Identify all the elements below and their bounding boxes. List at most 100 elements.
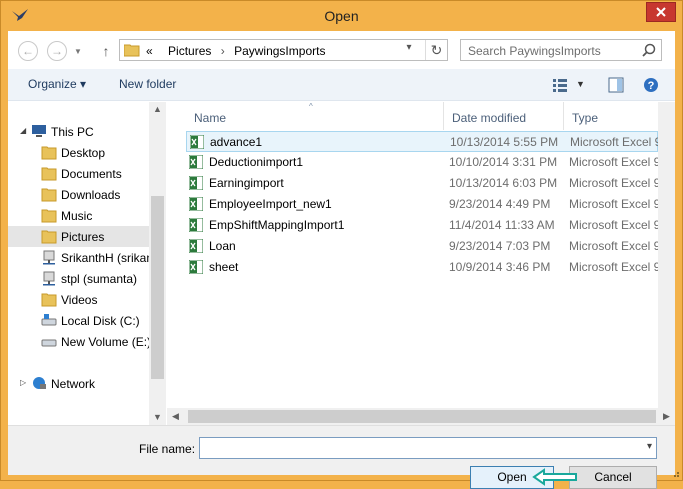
file-type: Microsoft Excel 97... (569, 197, 659, 211)
folder-icon (41, 167, 57, 181)
back-button[interactable]: ← (18, 41, 38, 61)
folder-icon (41, 230, 57, 244)
close-button[interactable] (646, 2, 676, 22)
file-date: 10/10/2014 3:31 PM (449, 155, 558, 169)
file-list-horizontal-scrollbar[interactable]: ◀ ▶ (167, 408, 675, 425)
browser-body: ◢ This PC Desktop Documents Downloads Mu… (8, 102, 675, 425)
help-icon[interactable]: ? (642, 76, 660, 94)
nav-item-pictures[interactable]: Pictures (8, 226, 149, 247)
excel-file-icon (189, 239, 203, 253)
nav-item-label: Network (51, 377, 96, 391)
organize-button[interactable]: Organize ▾ (28, 77, 86, 91)
nav-item-local-disk[interactable]: Local Disk (C:) (8, 310, 149, 331)
expand-icon[interactable]: ◢ (20, 126, 26, 135)
file-name: EmpShiftMappingImport1 (209, 218, 345, 232)
view-dropdown-icon[interactable]: ▼ (576, 79, 585, 89)
nav-item-this-pc[interactable]: ◢ This PC (8, 121, 149, 142)
excel-file-icon (189, 218, 203, 232)
search-box[interactable]: Search PaywingsImports (460, 39, 662, 61)
forward-button[interactable]: → (47, 41, 67, 61)
arrow-up-icon: ↑ (102, 43, 110, 59)
column-header-name[interactable]: Name ^ (186, 102, 446, 130)
navigation-scrollbar[interactable]: ▲ ▼ (149, 102, 166, 425)
nav-item-videos[interactable]: Videos (8, 289, 149, 310)
view-options-icon[interactable] (551, 76, 569, 94)
nav-item-label: Music (61, 209, 93, 223)
dialog-footer: File name: ▾ Open Cancel (8, 425, 675, 489)
column-header-date-modified[interactable]: Date modified (444, 102, 564, 130)
nav-item-desktop[interactable]: Desktop (8, 142, 149, 163)
refresh-icon: ↻ (430, 42, 443, 58)
file-name: Deductionimport1 (209, 155, 304, 169)
up-button[interactable]: ↑ (99, 41, 113, 61)
address-dropdown-button[interactable]: ▾ (400, 42, 418, 58)
file-type: Microsoft Excel 97... (569, 176, 659, 190)
excel-file-icon (189, 176, 203, 190)
nav-item-new-volume[interactable]: New Volume (E:) (8, 331, 149, 352)
address-bar[interactable]: « Pictures › PaywingsImports ▾ ↻ (119, 39, 448, 61)
file-type: Microsoft Excel 97... (570, 135, 660, 149)
title-bar[interactable]: Open (1, 1, 682, 31)
file-name-input[interactable]: ▾ (199, 437, 657, 459)
scrollbar-thumb[interactable] (188, 410, 656, 423)
nav-item-downloads[interactable]: Downloads (8, 184, 149, 205)
file-row-empshiftmappingimport1[interactable]: EmpShiftMappingImport1 11/4/2014 11:33 A… (186, 215, 659, 236)
command-bar: Organize ▾ New folder ▼ ? (8, 69, 675, 101)
window-title: Open (324, 8, 359, 24)
breadcrumb-paywingsimports[interactable]: PaywingsImports (234, 44, 325, 58)
new-folder-button[interactable]: New folder (119, 77, 176, 91)
nav-item-label: This PC (51, 125, 94, 139)
excel-file-icon (189, 155, 203, 169)
svg-text:?: ? (648, 80, 655, 92)
close-icon (656, 7, 666, 17)
nav-item-label: Documents (61, 167, 122, 181)
column-header-type[interactable]: Type (564, 102, 658, 130)
file-row-earningimport[interactable]: Earningimport 10/13/2014 6:03 PM Microso… (186, 173, 659, 194)
nav-item-network[interactable]: ▷ Network (8, 373, 149, 394)
scrollbar-thumb[interactable] (151, 196, 164, 379)
nav-item-label: stpl (sumanta) (61, 272, 138, 286)
breadcrumb-pictures[interactable]: Pictures (168, 44, 211, 58)
collapse-icon[interactable]: ▷ (20, 378, 26, 387)
folder-icon (41, 188, 57, 202)
file-list: Name ^ Date modified Type advance1 10/13… (167, 102, 675, 425)
nav-item-documents[interactable]: Documents (8, 163, 149, 184)
nav-item-label: Downloads (61, 188, 121, 202)
file-row-sheet[interactable]: sheet 10/9/2014 3:46 PM Microsoft Excel … (186, 257, 659, 278)
open-dialog: Open ← → ▼ ↑ « Pictures › PaywingsImport… (0, 0, 683, 489)
file-row-advance1[interactable]: advance1 10/13/2014 5:55 PM Microsoft Ex… (186, 131, 660, 152)
annotation-arrow-icon (532, 468, 577, 486)
refresh-button[interactable]: ↻ (425, 40, 447, 60)
file-name: advance1 (210, 135, 263, 149)
scroll-right-icon[interactable]: ▶ (658, 411, 675, 422)
network-drive-icon (43, 250, 55, 265)
cancel-button[interactable]: Cancel (569, 466, 657, 489)
file-type: Microsoft Excel 97... (569, 218, 659, 232)
drive-icon (41, 314, 57, 326)
file-name-label: File name: (139, 442, 196, 456)
nav-item-stpl[interactable]: stpl (sumanta) (8, 268, 149, 289)
nav-item-label: SrikanthH (srikan (61, 251, 149, 265)
scroll-left-icon[interactable]: ◀ (167, 411, 184, 422)
file-date: 9/23/2014 4:49 PM (449, 197, 551, 211)
file-row-deductionimport1[interactable]: Deductionimport1 10/10/2014 3:31 PM Micr… (186, 152, 659, 173)
resize-grip-icon[interactable] (670, 468, 680, 478)
file-row-employeeimport-new1[interactable]: EmployeeImport_new1 9/23/2014 4:49 PM Mi… (186, 194, 659, 215)
nav-item-label: Desktop (61, 146, 106, 160)
file-row-loan[interactable]: Loan 9/23/2014 7:03 PM Microsoft Excel 9… (186, 236, 659, 257)
address-chevron[interactable]: « (146, 44, 153, 58)
file-name: EmployeeImport_new1 (209, 197, 332, 211)
scroll-down-icon[interactable]: ▼ (149, 412, 166, 422)
nav-item-srikanthh[interactable]: SrikanthH (srikan (8, 247, 149, 268)
folder-icon (41, 293, 57, 307)
recent-locations-button[interactable]: ▼ (74, 47, 82, 56)
excel-file-icon (189, 197, 203, 211)
file-list-vertical-scrollbar[interactable] (658, 102, 675, 408)
scroll-up-icon[interactable]: ▲ (149, 104, 166, 114)
nav-item-label: Local Disk (C:) (61, 314, 140, 328)
excel-file-icon (189, 260, 203, 274)
nav-item-music[interactable]: Music (8, 205, 149, 226)
chevron-down-icon[interactable]: ▾ (647, 441, 652, 452)
arrow-right-icon: → (51, 44, 63, 58)
preview-pane-icon[interactable] (607, 76, 625, 94)
